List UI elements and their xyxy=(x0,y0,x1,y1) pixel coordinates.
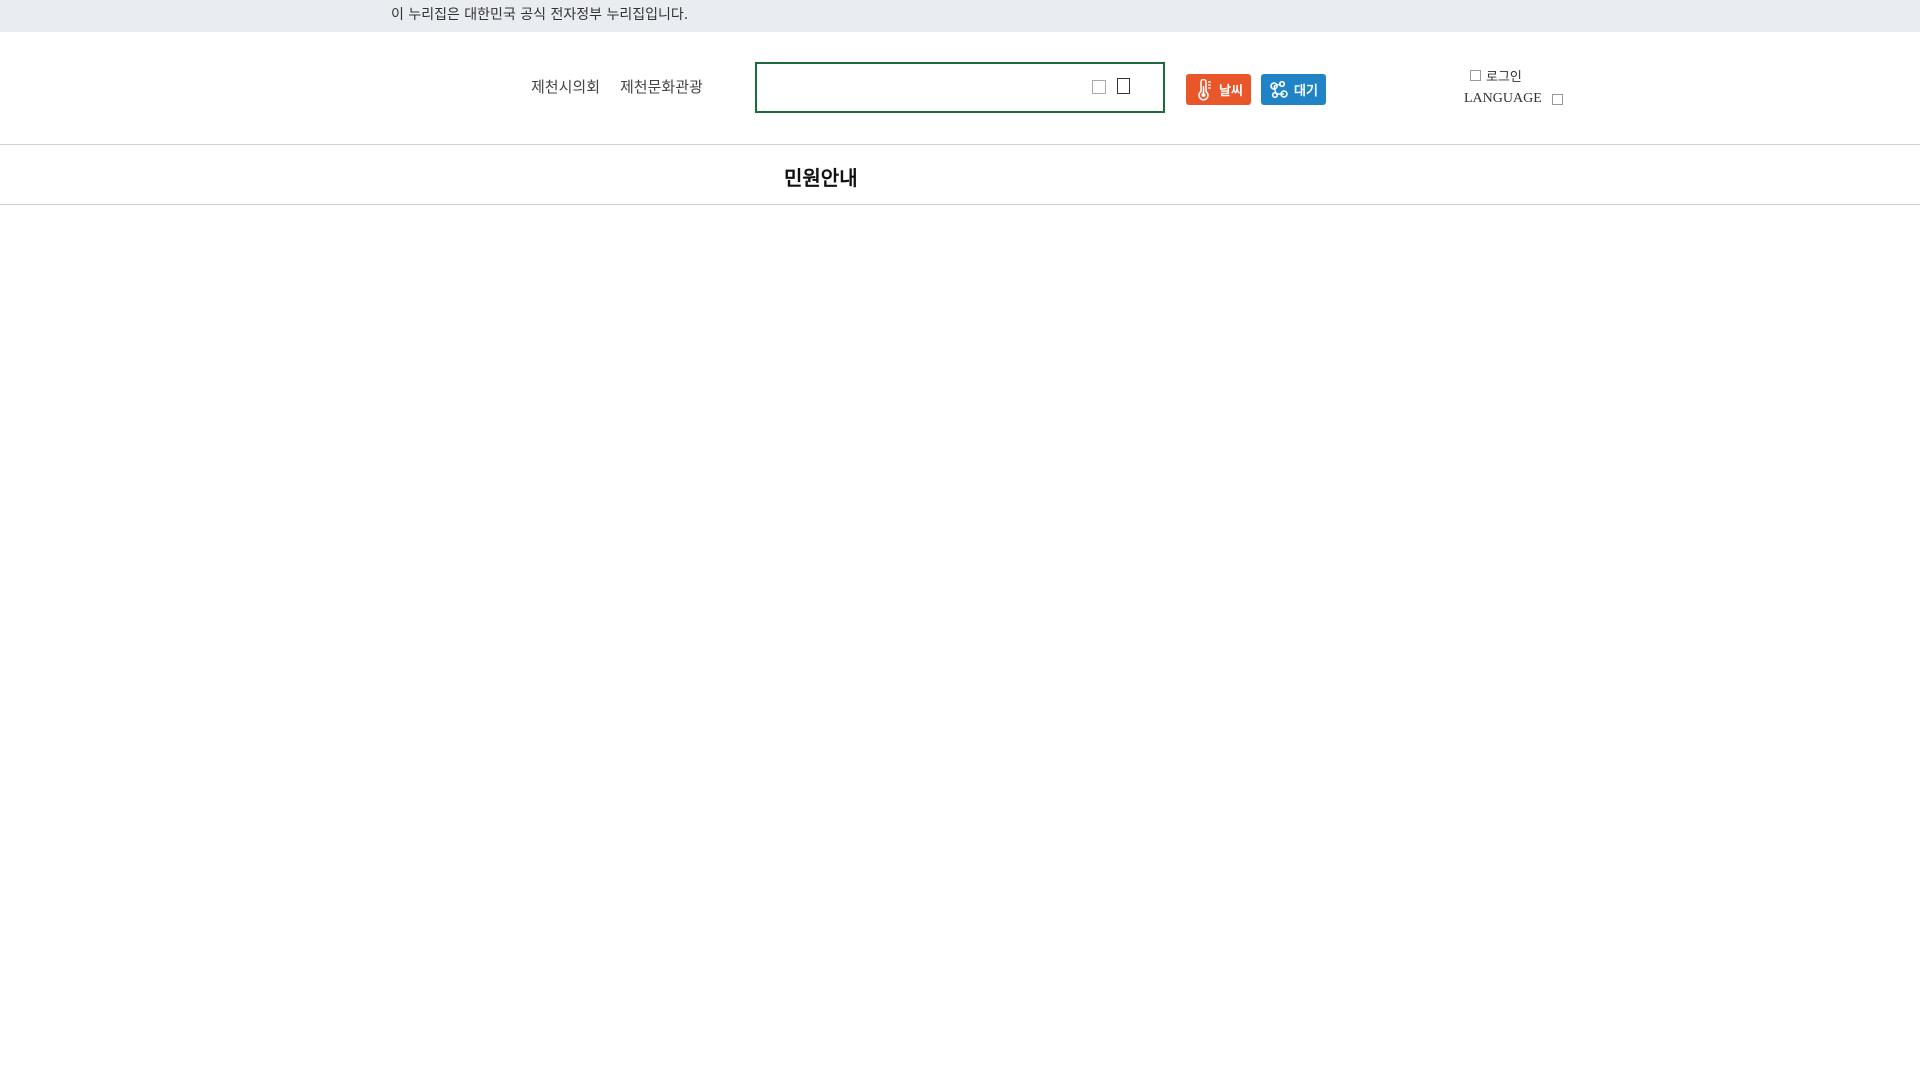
main-nav: 민원안내 xyxy=(0,146,1920,205)
language-label: LANGUAGE xyxy=(1464,91,1542,106)
user-icon xyxy=(1470,70,1481,81)
nav-item-civil-service[interactable]: 민원안내 xyxy=(784,162,858,191)
thermometer-icon xyxy=(1192,78,1216,102)
site-link-council[interactable]: 제천시의회 xyxy=(531,77,600,97)
site-link-culture-tour[interactable]: 제천문화관광 xyxy=(620,77,703,97)
gov-banner-text: 이 누리집은 대한민국 공식 전자정부 누리집입니다. xyxy=(391,7,689,23)
login-link[interactable]: 로그인 xyxy=(1470,66,1522,85)
weather-button[interactable]: 날씨 xyxy=(1186,74,1251,105)
search-input[interactable] xyxy=(765,72,1085,103)
air-label: 대기 xyxy=(1294,84,1318,99)
search-icon[interactable] xyxy=(1117,78,1130,94)
language-selector[interactable]: LANGUAGE xyxy=(1464,91,1563,107)
login-label: 로그인 xyxy=(1486,70,1522,85)
gov-banner: 이 누리집은 대한민국 공식 전자정부 누리집입니다. xyxy=(0,0,1920,32)
chevron-down-icon xyxy=(1551,93,1563,105)
air-quality-button[interactable]: 대기 xyxy=(1261,74,1326,105)
clear-icon[interactable] xyxy=(1092,80,1106,94)
search-box xyxy=(755,62,1165,113)
header: 제천시의회 제천문화관광 날씨 대기 로그인 LANGUAGE xyxy=(0,32,1920,145)
molecule-icon xyxy=(1267,78,1291,102)
weather-label: 날씨 xyxy=(1219,84,1243,99)
